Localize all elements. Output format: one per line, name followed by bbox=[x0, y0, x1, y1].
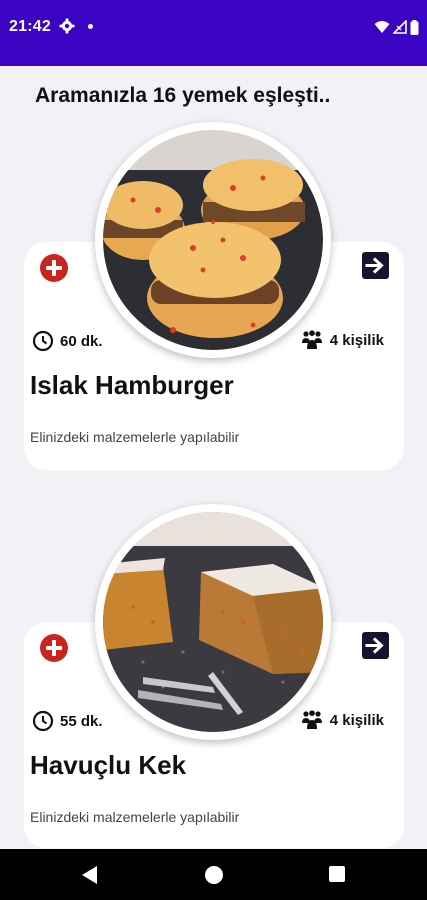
servings: 4 kişilik bbox=[300, 710, 384, 730]
arrow-right-icon[interactable] bbox=[362, 252, 389, 279]
signal-icon bbox=[393, 20, 407, 34]
battery-icon bbox=[410, 19, 419, 35]
clock-icon bbox=[32, 710, 54, 732]
gear-icon bbox=[59, 18, 75, 34]
cook-time-value: 60 dk. bbox=[60, 332, 103, 350]
cook-time-value: 55 dk. bbox=[60, 712, 103, 730]
notification-dot bbox=[88, 24, 93, 29]
cook-time: 60 dk. bbox=[32, 330, 103, 352]
servings-value: 4 kişilik bbox=[329, 331, 384, 349]
back-icon[interactable] bbox=[82, 866, 97, 884]
clock-icon bbox=[32, 330, 54, 352]
wifi-icon bbox=[374, 21, 390, 33]
home-icon[interactable] bbox=[205, 866, 223, 884]
recents-icon[interactable] bbox=[329, 866, 345, 882]
recipe-note: Elinizdeki malzemelerle yapılabilir bbox=[30, 809, 240, 825]
status-icons bbox=[374, 18, 419, 36]
search-result-heading: Aramanızla 16 yemek eşleşti.. bbox=[35, 84, 331, 107]
arrow-right-icon[interactable] bbox=[362, 632, 389, 659]
status-bar: 21:42 bbox=[0, 0, 427, 66]
recipe-note: Elinizdeki malzemelerle yapılabilir bbox=[30, 429, 240, 445]
servings-value: 4 kişilik bbox=[329, 711, 384, 729]
cook-time: 55 dk. bbox=[32, 710, 103, 732]
people-icon bbox=[301, 710, 322, 729]
people-icon bbox=[301, 330, 322, 349]
recipe-title[interactable]: Islak Hamburger bbox=[30, 370, 234, 401]
add-circle-icon[interactable] bbox=[40, 254, 68, 282]
recipe-title[interactable]: Havuçlu Kek bbox=[30, 750, 186, 781]
recipe-photo-carrot-cake[interactable] bbox=[95, 504, 331, 740]
recipe-photo-hamburger[interactable] bbox=[95, 122, 331, 358]
status-time: 21:42 bbox=[9, 18, 51, 35]
system-nav-bar bbox=[0, 849, 427, 900]
servings: 4 kişilik bbox=[300, 330, 384, 350]
add-circle-icon[interactable] bbox=[40, 634, 68, 662]
